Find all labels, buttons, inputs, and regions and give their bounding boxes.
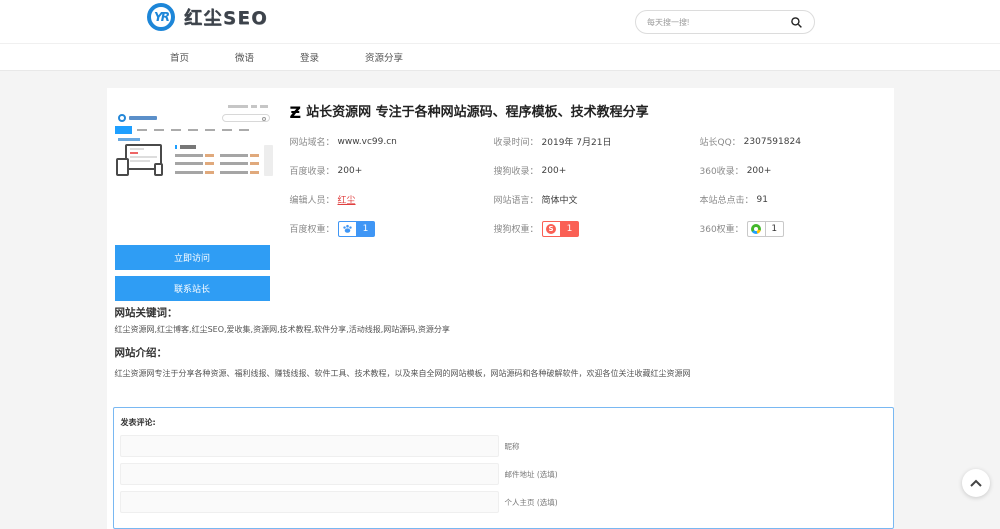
nav-item-home[interactable]: 首页 <box>170 50 189 64</box>
search-input[interactable] <box>647 18 790 27</box>
thumb-subtitle <box>118 138 140 141</box>
intro-text: 红尘资源网专注于分享各种资源、福利线报、赚钱线报、软件工具、技术教程，以及来自全… <box>115 369 889 379</box>
field-baidu-weight: 百度权重： 1 <box>290 214 494 243</box>
site-fields-grid: 网站域名：www.vc99.cn 收录时间：2019年 7月21日 站长QQ：2… <box>290 127 889 243</box>
site-favicon-icon: Ƶ <box>290 105 302 121</box>
homepage-label: 个人主页 (选填) <box>505 497 558 508</box>
nav-item-weiyu[interactable]: 微语 <box>235 50 254 64</box>
field-sogou-weight: 搜狗权重： S 1 <box>494 214 700 243</box>
logo-text: 红尘SEO <box>184 4 268 30</box>
field-language: 网站语言：简体中文 <box>494 185 700 214</box>
keywords-heading: 网站关键词： <box>115 307 889 320</box>
nav-item-login[interactable]: 登录 <box>300 50 319 64</box>
comment-row-homepage: 个人主页 (选填) <box>120 491 887 513</box>
email-label: 邮件地址 (选填) <box>505 469 558 480</box>
baidu-paw-icon <box>338 221 357 237</box>
sogou-s-icon: S <box>542 221 561 237</box>
comment-row-email: 邮件地址 (选填) <box>120 463 887 485</box>
homepage-input[interactable] <box>120 491 499 513</box>
site-info: Ƶ 站长资源网 专注于各种网站源码、程序模板、技术教程分享 网站域名：www.v… <box>290 105 889 243</box>
comment-heading: 发表评论: <box>121 417 887 428</box>
chevron-up-icon <box>970 479 982 487</box>
search-bar <box>635 10 815 34</box>
field-domain: 网站域名：www.vc99.cn <box>290 127 494 156</box>
thumb-nav <box>115 126 273 134</box>
logo-yr-icon: YR <box>147 3 175 31</box>
comment-form: 发表评论: 昵称 邮件地址 (选填) 个人主页 (选填) <box>113 407 894 529</box>
nav-item-resources[interactable]: 资源分享 <box>365 50 403 64</box>
field-included-date: 收录时间：2019年 7月21日 <box>494 127 700 156</box>
comment-row-nickname: 昵称 <box>120 435 887 457</box>
baidu-weight-badge: 1 <box>338 221 375 237</box>
search-icon[interactable] <box>790 16 803 29</box>
main-nav: 首页 微语 登录 资源分享 <box>0 44 1000 71</box>
thumb-device-image <box>116 144 166 176</box>
thumb-topbar <box>228 105 268 108</box>
nickname-label: 昵称 <box>505 441 520 452</box>
nickname-input[interactable] <box>120 435 499 457</box>
field-360-index: 360收录：200+ <box>700 156 889 185</box>
field-360-weight: 360权重： 1 <box>700 214 889 243</box>
field-baidu-index: 百度收录：200+ <box>290 156 494 185</box>
email-input[interactable] <box>120 463 499 485</box>
intro-heading: 网站介绍： <box>115 347 889 360</box>
thumb-search <box>222 114 270 122</box>
site-title: Ƶ 站长资源网 专注于各种网站源码、程序模板、技术教程分享 <box>290 105 889 121</box>
field-webmaster-qq: 站长QQ：2307591824 <box>700 127 889 156</box>
logo[interactable]: YR 红尘SEO <box>147 3 268 31</box>
keywords-text: 红尘资源网,红尘博客,红尘SEO,爱收集,资源网,技术教程,软件分享,活动线报,… <box>115 325 889 335</box>
thumb-article-list <box>175 145 260 179</box>
thumb-logo <box>118 114 157 122</box>
visit-site-button[interactable]: 立即访问 <box>115 245 270 270</box>
360-weight-badge: 1 <box>747 221 784 237</box>
thumb-sidebar <box>264 145 273 176</box>
editor-link[interactable]: 红尘 <box>338 193 356 206</box>
contact-webmaster-button[interactable]: 联系站长 <box>115 276 270 301</box>
site-screenshot-thumbnail[interactable] <box>114 100 274 215</box>
field-editor: 编辑人员：红尘 <box>290 185 494 214</box>
main-content: Ƶ 站长资源网 专注于各种网站源码、程序模板、技术教程分享 网站域名：www.v… <box>0 71 1000 529</box>
back-to-top-button[interactable] <box>962 469 990 497</box>
360-ring-icon <box>747 221 766 237</box>
site-header: YR 红尘SEO <box>0 0 1000 44</box>
site-detail-card: Ƶ 站长资源网 专注于各种网站源码、程序模板、技术教程分享 网站域名：www.v… <box>107 88 894 529</box>
field-total-clicks: 本站总点击：91 <box>700 185 889 214</box>
field-sogou-index: 搜狗收录：200+ <box>494 156 700 185</box>
sogou-weight-badge: S 1 <box>542 221 579 237</box>
